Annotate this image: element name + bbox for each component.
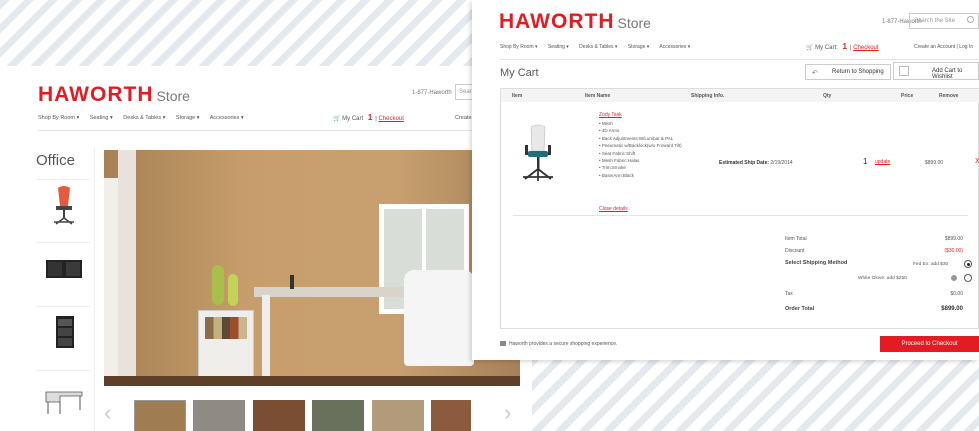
thumb-credenza[interactable] <box>44 246 84 290</box>
quantity-input[interactable]: 1 <box>863 157 867 166</box>
divider <box>36 306 90 307</box>
checkout-link[interactable]: Checkout <box>379 116 404 122</box>
main-nav: Shop By Room ▾ Seating ▾ Desks & Tables … <box>38 115 253 121</box>
page-title: My Cart <box>500 67 539 79</box>
cart-count: 1 <box>842 42 847 51</box>
proceed-to-checkout-button[interactable]: Proceed to Checkout <box>880 336 979 352</box>
product-details-list: Mesh 4D Arms Back Adjustments:W/Lumbar &… <box>599 120 699 179</box>
carousel-thumb[interactable] <box>372 400 424 431</box>
remove-item-button[interactable]: X <box>975 158 979 165</box>
phone-number: 1-877-Haworth <box>412 90 452 96</box>
close-details-link[interactable]: Close details <box>599 206 628 212</box>
carousel-thumb[interactable] <box>312 400 364 431</box>
thumb-office-chair[interactable] <box>44 182 84 226</box>
room-title: Office <box>36 152 75 169</box>
item-price: $899.00 <box>925 160 944 166</box>
carousel-thumb[interactable] <box>253 400 305 431</box>
column-header: Item <box>512 93 523 99</box>
cart-summary: 🛒 My Cart: 1 | Checkout <box>806 42 879 51</box>
nav-shop-by-room[interactable]: Shop By Room ▾ <box>500 44 538 50</box>
chevron-left-icon[interactable]: ‹ <box>104 400 111 426</box>
nav-accessories[interactable]: Accessories ▾ <box>210 115 244 121</box>
divider <box>513 215 968 216</box>
detail-item: Back Adjustments:W/Lumbar & PAL <box>599 135 699 142</box>
cart-summary: 🛒 My Cart 1 | Checkout <box>333 113 404 122</box>
cart-label[interactable]: My Cart: <box>815 45 838 51</box>
column-header: Remove <box>939 93 959 99</box>
divider <box>38 130 520 131</box>
nav-seating[interactable]: Seating ▾ <box>90 115 113 121</box>
nav-accessories[interactable]: Accessories ▾ <box>659 44 690 50</box>
shipping-radio-fedex[interactable] <box>964 260 972 268</box>
haworth-logo[interactable]: HAWORTH Store <box>499 10 651 34</box>
secure-shopping-note: Haworth provides a secure shopping exper… <box>500 341 617 347</box>
carousel-thumb[interactable] <box>431 400 471 431</box>
column-header: Item Name <box>585 93 611 99</box>
room-side-panel: Office <box>32 148 95 431</box>
product-name-link[interactable]: Zody Task <box>599 112 622 118</box>
nav-shop-by-room[interactable]: Shop By Room ▾ <box>38 115 79 121</box>
cart-icon[interactable]: 🛒 <box>806 45 813 51</box>
nav-storage[interactable]: Storage ▾ <box>176 115 200 121</box>
nav-desks-tables[interactable]: Desks & Tables ▾ <box>123 115 165 121</box>
checkout-link[interactable]: Checkout <box>853 45 878 51</box>
main-nav: Shop By Room ▾ Seating ▾ Desks & Tables … <box>500 44 699 50</box>
product-page-screen: HAWORTH Store 1-877-Haworth Sear Shop By … <box>0 66 525 431</box>
estimated-ship-date: Estimated Ship Date: 2/19/2014 <box>719 160 793 166</box>
divider <box>500 59 979 60</box>
carousel-thumb[interactable] <box>193 400 245 431</box>
cart-icon[interactable]: 🛒 <box>333 116 340 122</box>
image-carousel: ‹ › <box>104 398 520 431</box>
shipping-option-white-glove-label: White Glove: add $250 <box>858 276 907 281</box>
add-to-wishlist-button[interactable]: Add Cart to Wishlist <box>893 62 979 80</box>
hero-office-photo <box>104 150 520 386</box>
thumb-l-desk[interactable] <box>44 376 84 420</box>
return-to-shopping-button[interactable]: ↶ Return to Shopping <box>805 64 891 80</box>
column-header: Qty <box>823 93 832 99</box>
thumb-mobile-pedestal[interactable] <box>44 310 84 354</box>
detail-item: Seat Fabric:Shift <box>599 150 699 157</box>
return-arrow-icon: ↶ <box>812 70 818 77</box>
cart-count: 1 <box>367 113 373 122</box>
search-input[interactable]: Search the Site <box>909 13 979 29</box>
detail-item: Pneumatic w/Backlock(w/o Forward Tilt) <box>599 142 699 149</box>
update-quantity-link[interactable]: update <box>875 159 890 165</box>
cart-table: Item Item Name Shipping Info. Qty Price … <box>500 88 979 329</box>
detail-item: 4D Arms <box>599 127 699 134</box>
cart-table-header: Item Item Name Shipping Info. Qty Price … <box>501 89 979 102</box>
detail-item: Mesh <box>599 120 699 127</box>
chevron-right-icon[interactable]: › <box>504 400 511 426</box>
lock-icon <box>500 341 506 347</box>
column-header: Shipping Info. <box>691 93 725 99</box>
carousel-thumb[interactable] <box>133 399 187 431</box>
account-links[interactable]: Create an Account | Log In <box>914 44 973 50</box>
cart-label[interactable]: My Cart <box>342 116 363 122</box>
nav-desks-tables[interactable]: Desks & Tables ▾ <box>579 44 617 50</box>
detail-item: Base/Arm:Black <box>599 172 699 179</box>
haworth-logo[interactable]: HAWORTH Store <box>38 83 190 107</box>
shipping-radio-white-glove[interactable] <box>964 274 972 282</box>
cart-page-screen: HAWORTH Store 1-877-Haworth Search the Si… <box>472 0 979 360</box>
shipping-option-fedex-label: Fed Ex: add $30 <box>913 262 949 267</box>
divider <box>36 370 90 371</box>
detail-item: Trim:Smoke <box>599 164 699 171</box>
create-account-link[interactable]: Create <box>455 115 472 121</box>
nav-storage[interactable]: Storage ▾ <box>628 44 649 50</box>
divider <box>36 242 90 243</box>
search-icon[interactable] <box>967 16 974 23</box>
product-image-zody-chair[interactable] <box>519 123 557 185</box>
info-icon[interactable] <box>951 275 957 281</box>
wishlist-icon <box>899 66 909 76</box>
divider <box>36 179 90 180</box>
column-header: Price <box>901 93 914 99</box>
detail-item: Mesh Fabric:Halas <box>599 157 699 164</box>
nav-seating[interactable]: Seating ▾ <box>548 44 569 50</box>
